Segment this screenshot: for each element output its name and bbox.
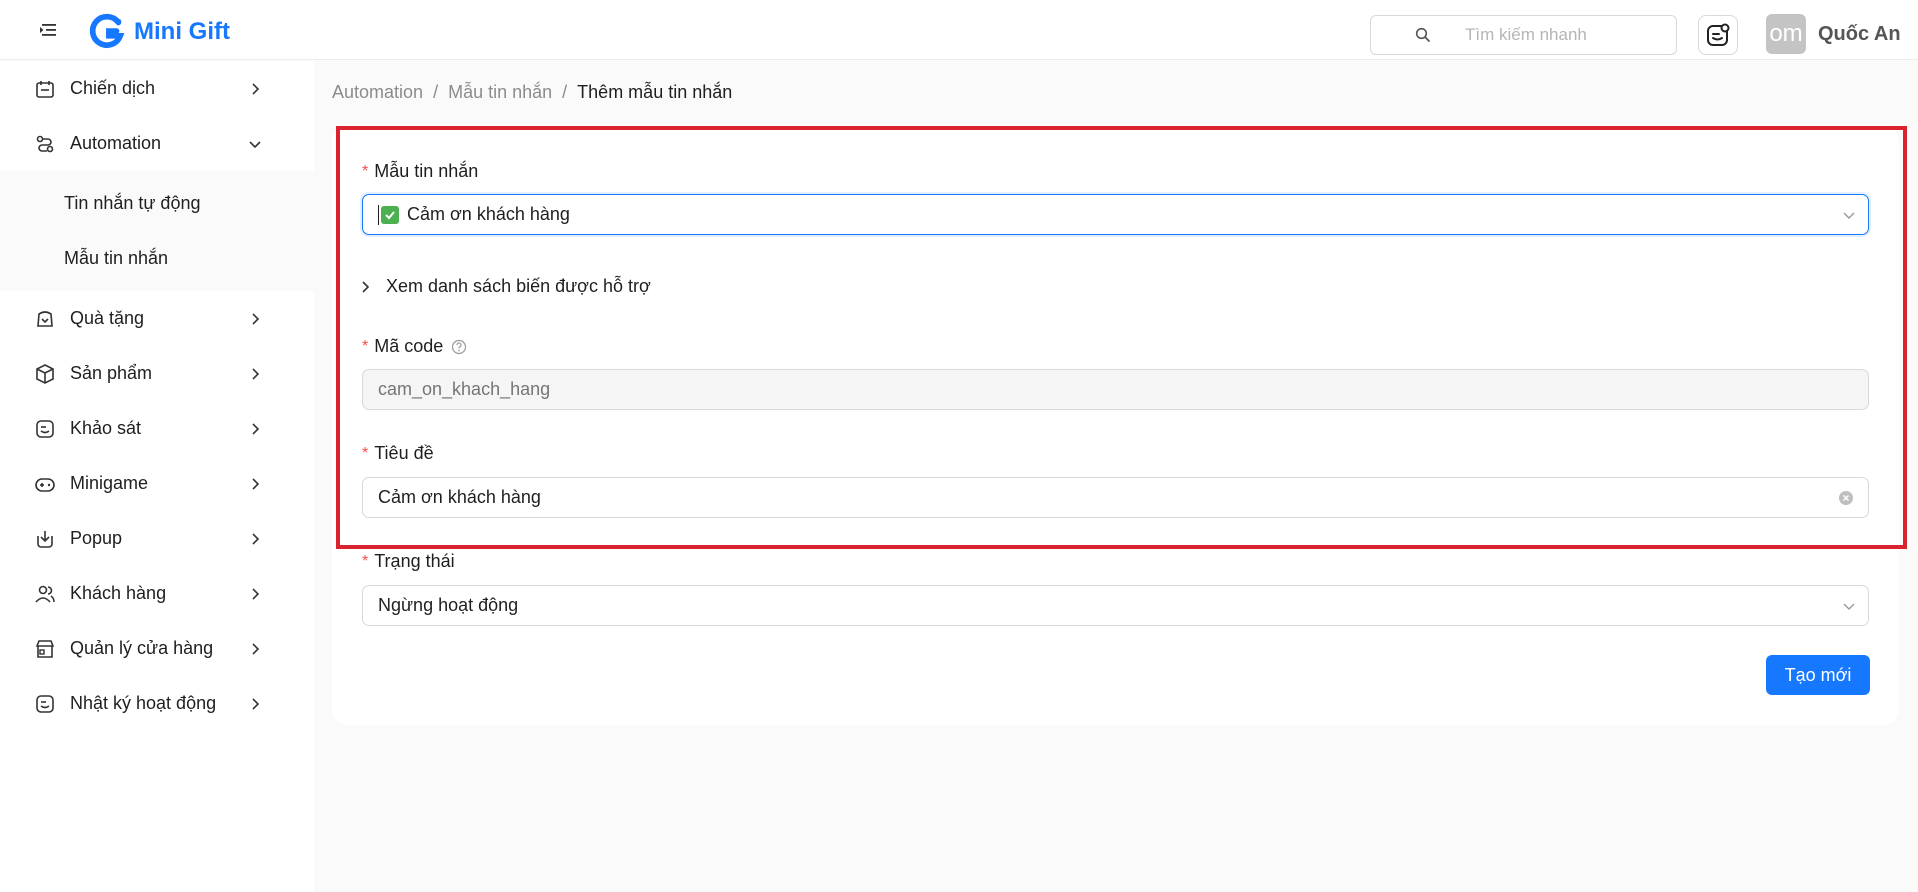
- automation-submenu: Tin nhắn tự động Mẫu tin nhắn: [0, 171, 314, 291]
- required-mark: *: [362, 337, 369, 355]
- required-mark: *: [362, 552, 369, 570]
- breadcrumb-separator: /: [433, 82, 439, 102]
- supported-variables-label: Xem danh sách biến được hỗ trợ: [386, 276, 651, 296]
- chevron-right-icon: [252, 422, 260, 435]
- sidebar-item-popup[interactable]: Popup: [0, 511, 314, 566]
- sidebar-item-survey[interactable]: Khảo sát: [0, 401, 314, 456]
- chevron-right-icon: [252, 367, 260, 380]
- sidebar-item-label: Khách hàng: [70, 583, 167, 603]
- template-select-value: Cảm ơn khách hàng: [378, 204, 570, 225]
- chevron-right-icon: [252, 477, 260, 490]
- campaign-icon: [36, 80, 54, 98]
- menu-fold-icon[interactable]: [38, 22, 58, 38]
- sidebar-item-campaign[interactable]: Chiến dịch: [0, 61, 314, 116]
- notification-button[interactable]: [1698, 15, 1738, 55]
- sidebar-item-activity-log[interactable]: Nhật ký hoạt động: [0, 676, 314, 731]
- sidebar-item-automation[interactable]: Automation: [0, 116, 314, 171]
- text-cursor: [378, 204, 379, 225]
- chevron-down-icon: [249, 140, 261, 148]
- code-field: [362, 369, 1869, 410]
- title-label: * Tiêu đề: [362, 443, 434, 464]
- template-select-text: Cảm ơn khách hàng: [407, 204, 570, 224]
- code-label: * Mã code: [362, 336, 467, 357]
- question-circle-icon[interactable]: [451, 339, 467, 355]
- breadcrumb-separator: /: [562, 82, 568, 102]
- quick-search[interactable]: [1370, 15, 1677, 55]
- sidebar-item-store-management[interactable]: Quản lý cửa hàng: [0, 621, 314, 676]
- template-label-text: Mẫu tin nhắn: [374, 161, 479, 181]
- chevron-down-icon: [1843, 212, 1855, 219]
- breadcrumb: Automation / Mẫu tin nhắn / Thêm mẫu tin…: [332, 82, 732, 103]
- survey-icon: [36, 419, 54, 438]
- users-icon: [35, 585, 55, 603]
- avatar[interactable]: om: [1766, 14, 1806, 54]
- popup-icon: [37, 530, 53, 548]
- breadcrumb-item-automation[interactable]: Automation: [332, 82, 423, 103]
- sidebar-item-label: Automation: [70, 133, 162, 153]
- logo-mark-icon: [89, 13, 125, 49]
- code-label-text: Mã code: [374, 336, 444, 356]
- check-mark-icon: [381, 205, 399, 224]
- user-name[interactable]: Quốc An: [1818, 23, 1901, 46]
- sidebar-item-label: Chiến dịch: [70, 78, 156, 98]
- log-icon: [36, 694, 54, 713]
- sidebar-subitem-message-templates[interactable]: Mẫu tin nhắn: [0, 231, 314, 286]
- sidebar-item-label: Nhật ký hoạt động: [70, 693, 217, 713]
- sidebar-item-gifts[interactable]: Quà tặng: [0, 291, 314, 346]
- automation-icon: [36, 135, 54, 152]
- chevron-down-icon: [1843, 603, 1855, 610]
- sidebar-item-customers[interactable]: Khách hàng: [0, 566, 314, 621]
- message-notification-icon: [1707, 23, 1730, 46]
- required-mark: *: [362, 162, 369, 180]
- code-input: [378, 379, 1818, 400]
- product-box-icon: [36, 363, 54, 384]
- sidebar-item-minigame[interactable]: Minigame: [0, 456, 314, 511]
- chevron-right-icon: [362, 280, 370, 293]
- sidebar-item-label: Minigame: [70, 473, 149, 493]
- supported-variables-toggle[interactable]: Xem danh sách biến được hỗ trợ: [358, 276, 651, 297]
- chevron-right-icon: [252, 642, 260, 655]
- sidebar-subitem-auto-messages[interactable]: Tin nhắn tự động: [0, 176, 314, 231]
- gift-icon: [37, 310, 53, 327]
- sidebar-item-label: Quản lý cửa hàng: [70, 638, 214, 658]
- sidebar-item-label: Quà tặng: [70, 308, 145, 328]
- status-label: * Trạng thái: [362, 551, 455, 572]
- avatar-text: om: [1769, 20, 1803, 47]
- template-label: * Mẫu tin nhắn: [362, 161, 478, 182]
- sidebar-item-products[interactable]: Sản phẩm: [0, 346, 314, 401]
- status-select-text: Ngừng hoạt động: [378, 595, 519, 615]
- sidebar: Chiến dịch Automation Tin nhắn tự động M…: [0, 61, 314, 892]
- store-icon: [35, 639, 55, 658]
- app-name: Mini Gift: [134, 18, 230, 45]
- search-input[interactable]: [1465, 25, 1665, 45]
- top-header: Mini Gift om Quốc An: [0, 0, 1918, 60]
- app-logo[interactable]: Mini Gift: [88, 13, 230, 51]
- title-input[interactable]: [378, 487, 1818, 508]
- sidebar-item-label: Sản phẩm: [70, 363, 153, 383]
- chevron-right-icon: [252, 587, 260, 600]
- status-label-text: Trạng thái: [374, 551, 455, 571]
- chevron-right-icon: [252, 312, 260, 325]
- clear-circle-icon[interactable]: [1838, 490, 1854, 506]
- title-field[interactable]: [362, 477, 1869, 518]
- sidebar-item-label: Popup: [70, 528, 123, 548]
- required-mark: *: [362, 444, 369, 462]
- template-select[interactable]: Cảm ơn khách hàng: [362, 194, 1869, 235]
- gamepad-icon: [35, 477, 55, 492]
- breadcrumb-item-current: Thêm mẫu tin nhắn: [577, 82, 733, 102]
- status-select[interactable]: Ngừng hoạt động: [362, 585, 1869, 626]
- chevron-right-icon: [252, 82, 260, 95]
- sidebar-item-label: Khảo sát: [70, 418, 142, 438]
- chevron-right-icon: [252, 532, 260, 545]
- chevron-right-icon: [252, 697, 260, 710]
- create-button[interactable]: Tạo mới: [1766, 655, 1870, 695]
- breadcrumb-item-templates[interactable]: Mẫu tin nhắn: [448, 82, 552, 103]
- title-label-text: Tiêu đề: [374, 443, 434, 463]
- search-icon: [1415, 27, 1430, 42]
